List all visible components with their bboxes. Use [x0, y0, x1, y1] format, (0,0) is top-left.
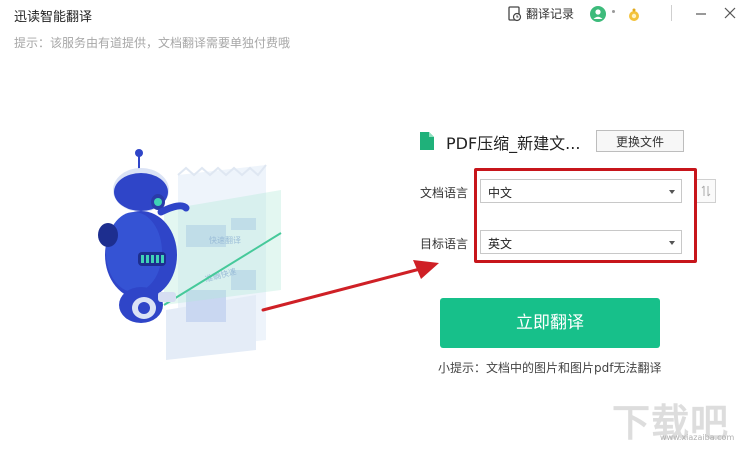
close-icon[interactable]	[719, 4, 741, 22]
history-record-icon	[508, 5, 522, 21]
source-language-label: 文档语言	[420, 186, 469, 200]
service-hint: 提示：该服务由有道提供，文档翻译需要单独付费哦	[14, 36, 291, 50]
separator-dot	[612, 10, 615, 13]
watermark-url: www.xiazaiba.com	[660, 433, 735, 442]
change-file-button[interactable]: 更换文件	[596, 130, 684, 152]
document-icon	[420, 132, 434, 150]
translation-tip: 小提示：文档中的图片和图片pdf无法翻译	[438, 361, 662, 375]
vip-crown-icon[interactable]	[627, 8, 641, 22]
app-title: 迅读智能翻译	[14, 10, 93, 25]
file-name: PDF压缩_新建文...	[446, 134, 581, 153]
window-separator	[671, 5, 672, 21]
title-bar: 迅读智能翻译 翻译记录	[0, 0, 750, 30]
robot-illustration: 快速翻译 准确快速	[98, 149, 282, 360]
swap-icon[interactable]	[696, 179, 716, 203]
highlight-box	[474, 168, 697, 263]
history-button[interactable]: 翻译记录	[508, 5, 574, 22]
watermark-logo: 下载吧 www.xiazaiba.com	[612, 392, 748, 448]
translate-now-button[interactable]: 立即翻译	[440, 298, 660, 348]
target-language-label: 目标语言	[420, 237, 469, 251]
minimize-icon[interactable]	[690, 4, 712, 22]
user-avatar-icon[interactable]	[590, 6, 606, 22]
red-arrow-annotation	[261, 260, 439, 312]
history-label: 翻译记录	[526, 7, 575, 21]
